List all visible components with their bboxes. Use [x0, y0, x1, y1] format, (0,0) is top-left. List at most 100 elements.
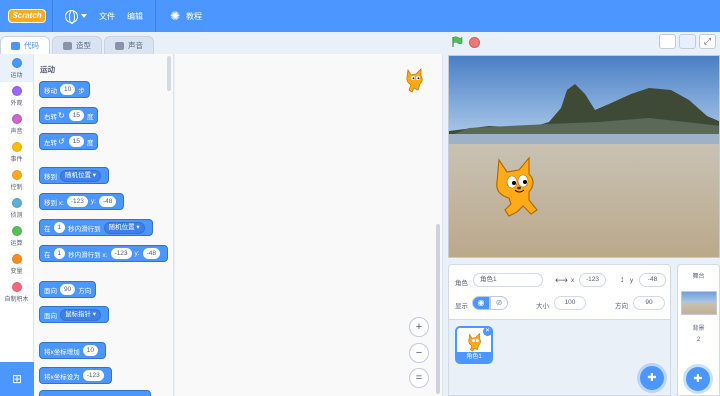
stage-header: ⤢ — [443, 32, 720, 54]
block-goto-xy[interactable]: 移到 x: -123 y: -48 — [39, 193, 125, 210]
green-flag-icon[interactable] — [451, 36, 463, 48]
add-sprite-button[interactable]: ✚ — [640, 366, 664, 390]
edit-menu[interactable]: 编辑 — [121, 0, 149, 32]
workspace-scrollbar[interactable] — [436, 224, 440, 394]
block-dropdown[interactable]: 随机位置 ▾ — [60, 169, 102, 182]
add-extension-button[interactable]: ⊞ — [0, 362, 34, 396]
category-label: 事件 — [10, 156, 23, 163]
sprite-card[interactable]: ✕ 角色1 — [455, 326, 493, 364]
block-partial[interactable] — [39, 390, 151, 396]
fullscreen-button[interactable]: ⤢ — [699, 34, 716, 49]
block-input[interactable]: -48 — [98, 196, 117, 207]
category-dot-icon — [11, 169, 22, 180]
category-sound[interactable]: 声音 — [0, 110, 33, 138]
dropdown-value: 随机位置 — [65, 171, 91, 179]
zoom-reset-button[interactable]: = — [409, 368, 429, 388]
tutorials-label: 教程 — [186, 11, 202, 21]
category-label: 控制 — [10, 184, 23, 191]
block-change-x[interactable]: 将x坐标增加 10 — [39, 342, 106, 359]
category-motion[interactable]: 运动 — [0, 54, 33, 82]
y-input[interactable]: -48 — [639, 273, 666, 287]
x-input[interactable]: -123 — [579, 273, 606, 287]
block-glide-to[interactable]: 在 1 秒内滑行到 随机位置 ▾ — [39, 219, 153, 236]
block-text: 步 — [78, 87, 85, 95]
language-menu[interactable] — [59, 0, 93, 32]
palette-section-title: 运动 — [40, 65, 55, 74]
block-input[interactable]: -123 — [66, 196, 88, 207]
block-text: 在 — [44, 225, 51, 233]
tab-sounds[interactable]: 声音 — [104, 36, 154, 54]
tab-costumes[interactable]: 造型 — [52, 36, 102, 54]
show-visible-button[interactable]: ◉ — [472, 296, 490, 310]
block-goto[interactable]: 移到 随机位置 ▾ — [39, 167, 110, 184]
zoom-in-button[interactable]: + — [409, 317, 429, 337]
block-input[interactable]: 15 — [68, 136, 84, 147]
rotate-right-icon: ↻ — [58, 111, 65, 120]
editor-tabs: 代码 造型 声音 — [0, 36, 156, 54]
file-menu[interactable]: 文件 — [93, 0, 121, 32]
block-text: 移动 — [44, 87, 57, 95]
block-dropdown[interactable]: 随机位置 ▾ — [103, 221, 145, 234]
cat-sprite[interactable] — [489, 154, 547, 218]
category-events[interactable]: 事件 — [0, 138, 33, 166]
delete-sprite-button[interactable]: ✕ — [483, 328, 491, 336]
block-input[interactable]: 90 — [60, 284, 76, 295]
block-glide-xy[interactable]: 在 1 秒内滑行到 x: -123 y: -48 — [39, 245, 168, 262]
block-input[interactable]: -123 — [110, 248, 132, 259]
tab-code[interactable]: 代码 — [0, 36, 50, 54]
block-turn-left[interactable]: 左转 ↺ 15 度 — [39, 133, 99, 150]
size-input[interactable]: 100 — [554, 296, 586, 310]
category-my-blocks[interactable]: 自制积木 — [0, 278, 33, 306]
category-control[interactable]: 控制 — [0, 166, 33, 194]
stop-button[interactable] — [469, 37, 480, 48]
category-operators[interactable]: 运算 — [0, 222, 33, 250]
sprite-list: ✕ 角色1 ✚ — [448, 320, 671, 396]
block-move-steps[interactable]: 移动 10 步 — [39, 81, 90, 98]
block-input[interactable]: 1 — [53, 222, 66, 233]
small-stage-button[interactable] — [659, 34, 676, 49]
hide-sprite-button[interactable]: ⊘ — [490, 296, 508, 310]
y-arrow-icon: ↕ — [620, 274, 625, 284]
tutorials-menu[interactable]: ✺ 教程 — [162, 0, 208, 32]
block-point-direction[interactable]: 面向 90 方向 — [39, 281, 97, 298]
code-icon — [11, 41, 20, 50]
category-menu: 运动 外观 声音 事件 控制 侦测 运算 变量 自制积木 ⊞ — [0, 54, 34, 396]
large-stage-button[interactable] — [679, 34, 696, 49]
block-text: 方向 — [78, 287, 92, 295]
block-turn-right[interactable]: 右转 ↻ 15 度 — [39, 107, 99, 124]
block-input[interactable]: 10 — [60, 84, 76, 95]
block-input[interactable]: 1 — [53, 248, 66, 259]
category-looks[interactable]: 外观 — [0, 82, 33, 110]
block-text: 左转 — [44, 139, 57, 147]
block-text: 右转 — [44, 113, 57, 121]
category-sensing[interactable]: 侦测 — [0, 194, 33, 222]
direction-label: 方向 — [615, 303, 628, 310]
palette-scrollbar[interactable] — [167, 56, 171, 91]
block-point-towards[interactable]: 面向 鼠标指针 ▾ — [39, 306, 110, 323]
block-text: 在 — [44, 251, 51, 259]
size-label: 大小 — [536, 303, 549, 310]
x-arrow-icon: ⟷ — [555, 275, 568, 285]
category-variables[interactable]: 变量 — [0, 250, 33, 278]
scratch-logo[interactable]: Scratch — [8, 9, 46, 23]
block-input[interactable]: -123 — [82, 370, 104, 381]
show-label: 显示 — [455, 303, 468, 310]
x-label: x — [571, 277, 575, 284]
code-workspace[interactable]: + − = — [175, 54, 443, 396]
stage-selector[interactable]: 舞台 背景 2 ✚ — [677, 264, 720, 396]
block-input[interactable]: -48 — [142, 248, 160, 259]
block-input[interactable]: 10 — [82, 345, 98, 356]
block-input[interactable]: 15 — [68, 110, 84, 121]
globe-icon — [65, 9, 78, 24]
sprite-name-input[interactable]: 角色1 — [473, 273, 543, 287]
add-backdrop-button[interactable]: ✚ — [686, 367, 710, 391]
direction-input[interactable]: 90 — [633, 296, 665, 310]
block-text: 度 — [86, 139, 94, 147]
image-add-icon: ✚ — [693, 373, 703, 385]
block-set-x[interactable]: 将x坐标设为 -123 — [39, 367, 112, 384]
block-dropdown[interactable]: 鼠标指针 ▾ — [60, 308, 102, 321]
zoom-out-button[interactable]: − — [409, 343, 429, 363]
backdrop-count: 2 — [696, 337, 701, 343]
stage-canvas[interactable] — [448, 55, 720, 258]
dropdown-value: 鼠标指针 — [65, 310, 91, 318]
